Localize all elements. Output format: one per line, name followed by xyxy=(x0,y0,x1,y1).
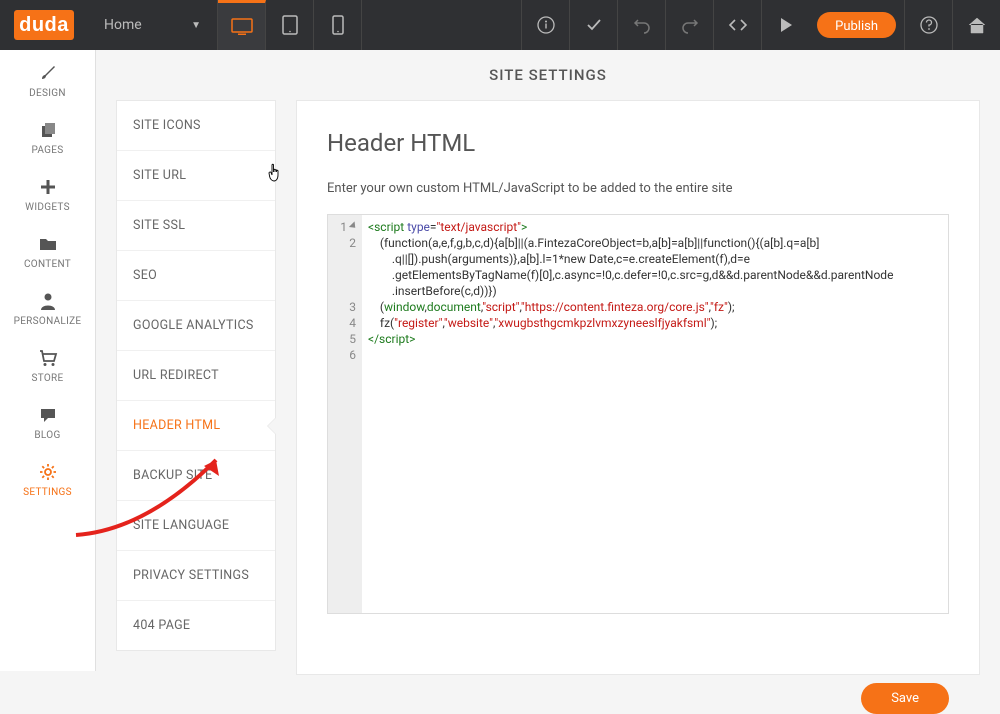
device-desktop-button[interactable] xyxy=(218,0,266,50)
code-icon xyxy=(728,16,748,34)
code-editor[interactable]: 1 2 3 4 5 6 <script type="text/javascrip… xyxy=(327,214,949,614)
panel-desc: Enter your own custom HTML/JavaScript to… xyxy=(327,181,949,196)
subnav-site-icons[interactable]: SITE ICONS xyxy=(117,101,275,151)
play-icon xyxy=(779,17,793,33)
subnav-404-page[interactable]: 404 PAGE xyxy=(117,601,275,650)
content-area: SITE SETTINGS SITE ICONS SITE URL SITE S… xyxy=(96,50,1000,671)
device-group xyxy=(218,0,362,50)
main-panel: Header HTML Enter your own custom HTML/J… xyxy=(296,100,980,675)
editor-gutter: 1 2 3 4 5 6 xyxy=(328,215,362,613)
rail-label: STORE xyxy=(0,373,95,384)
rail-label: SETTINGS xyxy=(0,487,95,498)
home-icon xyxy=(967,16,987,34)
preview-button[interactable] xyxy=(761,0,809,50)
rail-item-design[interactable]: DESIGN xyxy=(0,50,95,107)
logo: duda xyxy=(14,10,74,40)
tablet-icon xyxy=(282,15,298,35)
check-icon xyxy=(585,16,603,34)
rail-label: WIDGETS xyxy=(0,202,95,213)
plus-icon xyxy=(0,176,95,198)
subnav-privacy-settings[interactable]: PRIVACY SETTINGS xyxy=(117,551,275,601)
pages-icon xyxy=(0,119,95,141)
rail-label: CONTENT xyxy=(0,259,95,270)
left-rail: DESIGN PAGES WIDGETS CONTENT PERSONALIZE… xyxy=(0,50,96,671)
rail-item-pages[interactable]: PAGES xyxy=(0,107,95,164)
rail-label: DESIGN xyxy=(0,88,95,99)
desktop-icon xyxy=(231,18,253,36)
content-header: SITE SETTINGS xyxy=(96,50,1000,100)
rail-item-blog[interactable]: BLOG xyxy=(0,392,95,449)
undo-button[interactable] xyxy=(617,0,665,50)
gear-icon xyxy=(0,461,95,483)
device-mobile-button[interactable] xyxy=(314,0,362,50)
publish-button[interactable]: Publish xyxy=(817,12,896,38)
subnav-site-language[interactable]: SITE LANGUAGE xyxy=(117,501,275,551)
help-button[interactable] xyxy=(904,0,952,50)
rail-label: PAGES xyxy=(0,145,95,156)
mobile-icon xyxy=(332,15,344,35)
subnav-backup-site[interactable]: BACKUP SITE xyxy=(117,451,275,501)
rail-item-widgets[interactable]: WIDGETS xyxy=(0,164,95,221)
help-icon xyxy=(920,16,938,34)
redo-button[interactable] xyxy=(665,0,713,50)
panel-title: Header HTML xyxy=(327,129,949,157)
subnav-google-analytics[interactable]: GOOGLE ANALYTICS xyxy=(117,301,275,351)
rail-item-personalize[interactable]: PERSONALIZE xyxy=(0,278,95,335)
rail-label: PERSONALIZE xyxy=(0,316,95,327)
person-icon xyxy=(0,290,95,312)
done-button[interactable] xyxy=(569,0,617,50)
folder-icon xyxy=(0,233,95,255)
page-select-label: Home xyxy=(104,17,142,33)
rail-item-settings[interactable]: SETTINGS xyxy=(0,449,95,506)
dev-mode-button[interactable] xyxy=(713,0,761,50)
topbar: duda Home ▼ Publish xyxy=(0,0,1000,50)
chevron-down-icon: ▼ xyxy=(191,20,201,31)
cart-icon xyxy=(0,347,95,369)
rail-label: BLOG xyxy=(0,430,95,441)
home-button[interactable] xyxy=(952,0,1000,50)
subnav-header-html[interactable]: HEADER HTML xyxy=(117,401,275,451)
rail-item-store[interactable]: STORE xyxy=(0,335,95,392)
info-icon xyxy=(537,16,555,34)
info-button[interactable] xyxy=(521,0,569,50)
subnav-url-redirect[interactable]: URL REDIRECT xyxy=(117,351,275,401)
redo-icon xyxy=(681,16,699,34)
rail-item-content[interactable]: CONTENT xyxy=(0,221,95,278)
settings-subnav: SITE ICONS SITE URL SITE SSL SEO GOOGLE … xyxy=(116,100,276,651)
device-tablet-button[interactable] xyxy=(266,0,314,50)
chat-icon xyxy=(0,404,95,426)
save-button[interactable]: Save xyxy=(861,683,949,714)
subnav-site-ssl[interactable]: SITE SSL xyxy=(117,201,275,251)
subnav-site-url[interactable]: SITE URL xyxy=(117,151,275,201)
brush-icon xyxy=(0,62,95,84)
undo-icon xyxy=(633,16,651,34)
editor-code[interactable]: <script type="text/javascript"> (functio… xyxy=(362,215,899,613)
subnav-seo[interactable]: SEO xyxy=(117,251,275,301)
page-select[interactable]: Home ▼ xyxy=(88,0,218,50)
